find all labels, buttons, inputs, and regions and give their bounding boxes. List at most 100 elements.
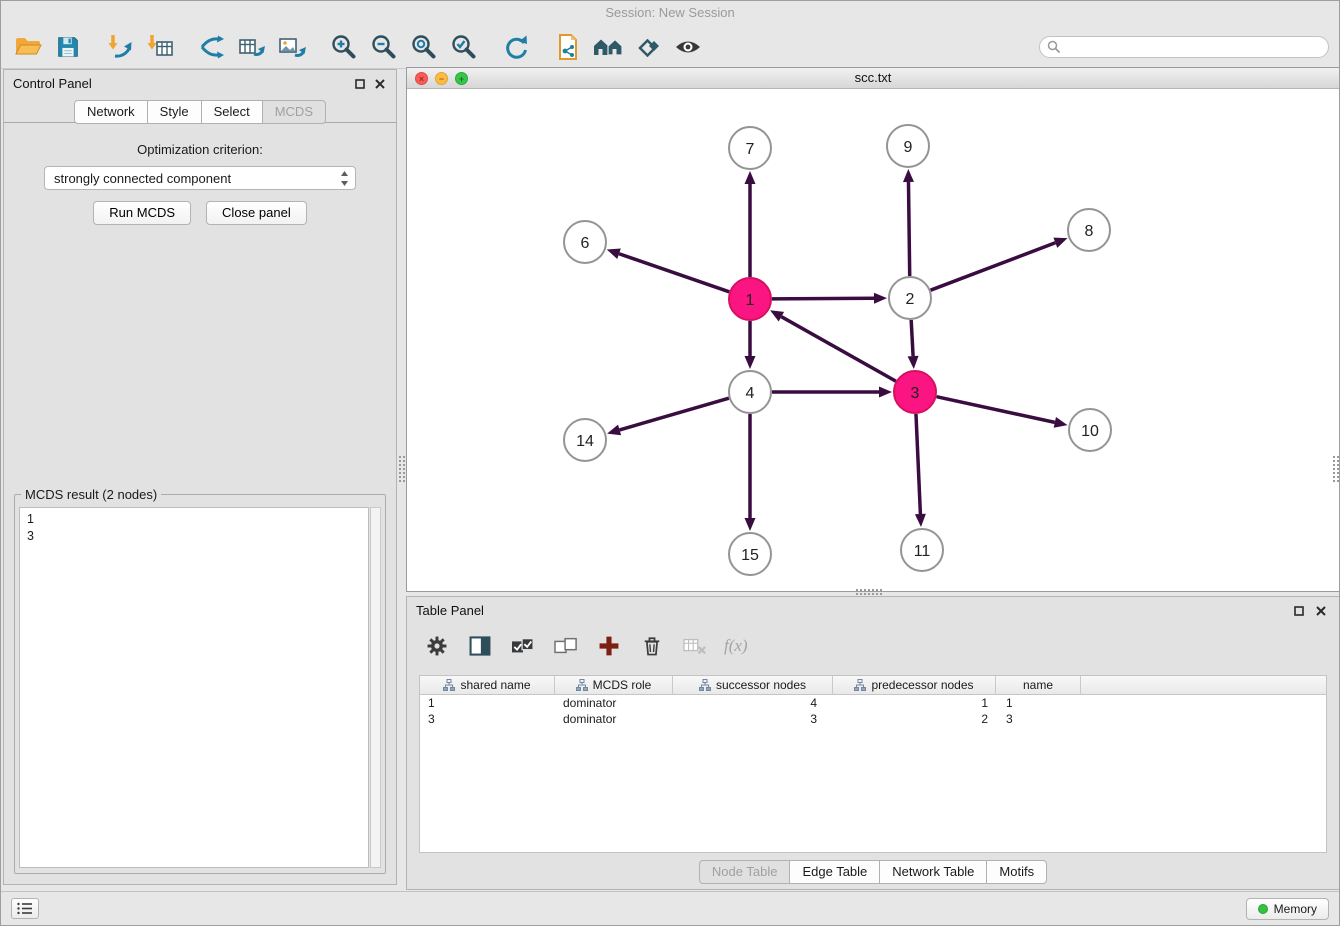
column-header-shared-name[interactable]: shared name [420, 676, 555, 694]
tab-mcds[interactable]: MCDS [262, 100, 326, 124]
graph-edge-4-14[interactable] [620, 398, 729, 430]
memory-button[interactable]: Memory [1246, 898, 1329, 920]
graph-edge-3-10[interactable] [936, 397, 1054, 423]
tab-edge-table[interactable]: Edge Table [789, 860, 880, 884]
export-table-button[interactable] [235, 30, 269, 64]
column-header-name[interactable]: name [996, 676, 1081, 694]
horizontal-splitter-handle[interactable] [856, 589, 882, 595]
select-all-button[interactable] [509, 632, 537, 660]
column-type-icon [699, 679, 711, 691]
cell-mcds-role[interactable]: dominator [555, 695, 673, 711]
cell-predecessor-nodes[interactable]: 2 [833, 711, 996, 727]
graph-edge-2-9[interactable] [908, 182, 909, 276]
zoom-in-icon [329, 32, 359, 62]
graph-edge-2-8[interactable] [931, 243, 1056, 290]
maximize-window-button[interactable]: + [455, 72, 468, 85]
cell-mcds-role[interactable]: dominator [555, 711, 673, 727]
window-traffic-lights: × − + [415, 72, 468, 85]
graph-edge-1-6[interactable] [619, 254, 729, 292]
cell-successor-nodes[interactable]: 3 [673, 711, 833, 727]
column-label: successor nodes [716, 678, 806, 692]
zoom-selected-button[interactable] [447, 30, 481, 64]
column-header-mcds-role[interactable]: MCDS role [555, 676, 673, 694]
import-table-button[interactable] [143, 30, 177, 64]
open-folder-icon [13, 32, 43, 62]
graph-edge-arrowhead [607, 249, 621, 259]
tab-node-table[interactable]: Node Table [699, 860, 791, 884]
apply-layout-button[interactable] [499, 30, 533, 64]
graph-node-label-8: 8 [1085, 223, 1094, 240]
home-networks-button[interactable] [591, 30, 625, 64]
style-button[interactable] [631, 30, 665, 64]
add-column-button[interactable] [595, 632, 623, 660]
close-table-panel-icon[interactable] [1313, 603, 1329, 619]
tab-network-table[interactable]: Network Table [879, 860, 987, 884]
import-network-button[interactable] [103, 30, 137, 64]
table-row[interactable]: 3 dominator 3 2 3 [420, 711, 1326, 727]
delete-column-button[interactable] [638, 632, 666, 660]
right-splitter-handle[interactable] [1333, 456, 1339, 482]
zoom-out-button[interactable] [367, 30, 401, 64]
zoom-fit-button[interactable] [407, 30, 441, 64]
column-label: predecessor nodes [871, 678, 973, 692]
column-header-predecessor-nodes[interactable]: predecessor nodes [833, 676, 996, 694]
graph-edge-arrowhead [1054, 417, 1068, 428]
graph-edge-arrowhead [745, 518, 756, 531]
graph-edge-arrowhead [1053, 238, 1067, 248]
open-session-button[interactable] [11, 30, 45, 64]
search-input[interactable] [1039, 36, 1329, 58]
save-session-button[interactable] [51, 30, 85, 64]
cell-name[interactable]: 1 [996, 695, 1081, 711]
toggle-view-button[interactable] [671, 30, 705, 64]
table-settings-button[interactable] [423, 632, 451, 660]
tab-network[interactable]: Network [74, 100, 148, 124]
tab-select[interactable]: Select [201, 100, 263, 124]
result-scrollbar-track[interactable] [370, 507, 381, 868]
table-panel: Table Panel [406, 596, 1340, 890]
network-canvas[interactable]: 7968124314101511 [407, 89, 1339, 591]
deselect-all-button[interactable] [552, 632, 580, 660]
save-floppy-icon [54, 33, 82, 61]
cell-shared-name[interactable]: 3 [420, 711, 555, 727]
column-label: shared name [460, 678, 530, 692]
graph-edge-1-2[interactable] [772, 298, 874, 299]
tab-style[interactable]: Style [147, 100, 202, 124]
graph-edge-3-11[interactable] [916, 414, 920, 514]
application-window: Session: New Session [0, 0, 1340, 926]
mcds-result-line: 3 [27, 528, 368, 545]
column-label: name [1023, 678, 1053, 692]
select-all-icon [510, 635, 536, 657]
zoom-in-button[interactable] [327, 30, 361, 64]
float-table-panel-icon[interactable] [1291, 603, 1307, 619]
graph-edge-2-3[interactable] [911, 320, 913, 356]
close-window-button[interactable]: × [415, 72, 428, 85]
vertical-splitter-handle[interactable] [399, 456, 405, 482]
task-history-button[interactable] [11, 898, 39, 919]
table-row[interactable]: 1 dominator 4 1 1 [420, 695, 1326, 711]
cell-successor-nodes[interactable]: 4 [673, 695, 833, 711]
share-document-button[interactable] [551, 30, 585, 64]
node-table: shared name MCDS role successor nodes pr… [419, 675, 1327, 853]
float-panel-icon[interactable] [352, 76, 368, 92]
close-panel-button[interactable]: Close panel [206, 201, 307, 225]
new-network-button[interactable] [195, 30, 229, 64]
zoom-fit-icon [409, 32, 439, 62]
export-image-button[interactable] [275, 30, 309, 64]
criterion-dropdown[interactable]: strongly connected component [44, 166, 356, 190]
cell-shared-name[interactable]: 1 [420, 695, 555, 711]
show-columns-button[interactable] [466, 632, 494, 660]
function-builder-button: f(x) [724, 636, 748, 656]
minimize-window-button[interactable]: − [435, 72, 448, 85]
tab-motifs[interactable]: Motifs [986, 860, 1047, 884]
graph-edge-3-1[interactable] [781, 317, 895, 382]
close-panel-icon[interactable] [372, 76, 388, 92]
mcds-result-list[interactable]: 1 3 [19, 507, 369, 868]
graph-edge-arrowhead [745, 171, 756, 184]
document-share-icon [553, 32, 583, 62]
cell-predecessor-nodes[interactable]: 1 [833, 695, 996, 711]
run-mcds-button[interactable]: Run MCDS [93, 201, 191, 225]
zoom-out-icon [369, 32, 399, 62]
column-header-successor-nodes[interactable]: successor nodes [673, 676, 833, 694]
toolbar-search [1039, 36, 1329, 58]
cell-name[interactable]: 3 [996, 711, 1081, 727]
